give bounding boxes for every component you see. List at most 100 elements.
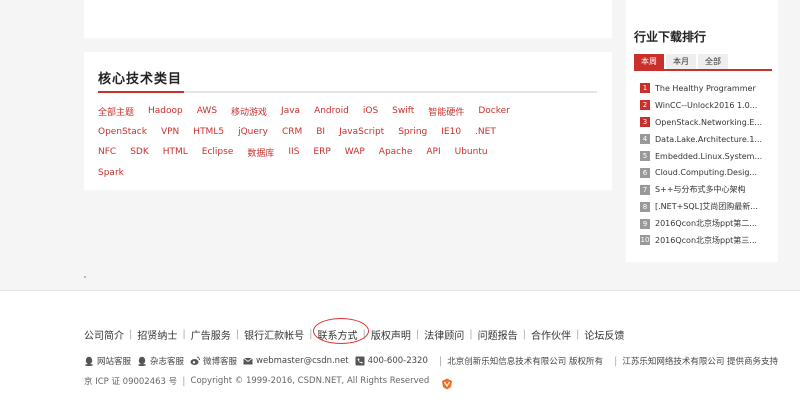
weibo-service-link[interactable]: 微博客服 [190,355,237,367]
magazine-service-link[interactable]: 杂志客服 [137,355,184,367]
tech-category-link[interactable]: 全部主题 [98,105,134,118]
footer-link[interactable]: 合作伙伴 [531,327,571,342]
tech-category-link[interactable]: Java [281,106,300,116]
highlight-circle [313,318,369,344]
footer-link[interactable]: 广告服务 [191,327,231,342]
decorative-dot [84,276,86,278]
tech-category-link[interactable]: Hadoop [148,106,183,116]
site-service-link[interactable]: 网站客服 [84,355,131,367]
tab-week[interactable]: 本周 [634,54,664,69]
company-copyright: 北京创新乐知信息技术有限公司 版权所有 [447,357,603,367]
tech-category-link[interactable]: NFC [98,147,116,157]
rank-title: OpenStack.Networking.E... [655,117,763,127]
tech-category-link[interactable]: HTML [163,147,188,157]
ranking-item[interactable]: 1 The Healthy Programmer [640,80,772,97]
tech-category-row: OpenStack VPN HTML5 jQuery CRM BI JavaScript Sp… [98,122,598,142]
ranking-item[interactable]: 9 2016Qcon北京场ppt第二... [640,215,772,232]
email-link[interactable]: webmaster@csdn.net [243,356,349,366]
rank-number: 1 [640,83,650,94]
tech-category-link[interactable]: iOS [363,106,378,116]
tech-category-link[interactable]: VPN [161,127,179,137]
tech-category-link[interactable]: Android [314,106,349,116]
page-footer: 公司简介 | 招贤纳士 | 广告服务 | 银行汇款帐号 | 联系方式 | 版权声明 | 法律顾问 | 问题报… [0,290,800,406]
footer-link[interactable]: 银行汇款帐号 [244,327,304,342]
ranking-item[interactable]: 10 2016Qcon北京场ppt第三... [640,232,772,249]
ranking-item[interactable]: 5 Embedded.Linux.System... [640,148,772,165]
rank-number: 4 [640,134,650,145]
rank-title: 2016Qcon北京场ppt第三... [655,235,757,245]
tech-category-panel: 核心技术类目 全部主题 Hadoop AWS 移动游戏 Java Android iOS Sw… [84,52,612,190]
ranking-item[interactable]: 3 OpenStack.Networking.E... [640,114,772,131]
tech-category-link[interactable]: 智能硬件 [428,105,464,118]
rank-title: The Healthy Programmer [655,83,756,93]
separator: | [129,329,133,340]
footer-link[interactable]: 公司简介 [84,327,124,342]
tech-category-link[interactable]: Spark [98,168,124,178]
company-support: 江苏乐知网络技术有限公司 提供商务支持 [622,357,779,367]
separator: | [182,329,186,340]
security-badge-icon[interactable] [441,375,453,390]
tech-category-row: NFC SDK HTML Eclipse 数据库 IIS ERP WAP Apache API Ub… [98,142,598,162]
rank-title: [.NET+SQL]艾尚团购最新... [655,202,758,212]
tech-category-link[interactable]: JavaScript [339,127,384,137]
phone-icon [355,356,365,366]
rank-number: 10 [640,235,650,246]
footer-link[interactable]: 版权声明 [371,327,411,342]
mail-icon [243,356,253,366]
tabs-underline [634,69,772,71]
tech-category-link[interactable]: .NET [475,127,496,137]
footer-link[interactable]: 招贤纳士 [137,327,177,342]
ranking-item[interactable]: 2 WinCC--Unlock2016 1.0... [640,97,772,114]
tech-category-link[interactable]: IIS [288,147,299,157]
ranking-item[interactable]: 8 [.NET+SQL]艾尚团购最新... [640,198,772,215]
footer-link[interactable]: 问题报告 [478,327,518,342]
tech-category-link[interactable]: HTML5 [193,127,224,137]
download-ranking-panel: 行业下载排行 本周 本月 全部 1 The Healthy Programmer 2… [626,0,778,262]
rank-number: 2 [640,100,650,111]
footer-link[interactable]: 法律顾问 [424,327,464,342]
tech-category-link[interactable]: Ubuntu [455,147,488,157]
ranking-tabs: 本周 本月 全部 [634,54,730,69]
ranking-item[interactable]: 7 S++与分布式多中心架构 [640,181,772,198]
tech-category-link[interactable]: Eclipse [202,147,234,157]
tech-category-link[interactable]: BI [316,127,325,137]
tech-category-link[interactable]: API [426,147,440,157]
icp-license[interactable]: 京 ICP 证 09002463 号 [84,375,177,387]
rank-number: 5 [640,151,650,161]
tab-month[interactable]: 本月 [666,54,696,69]
tech-category-link[interactable]: CRM [282,127,302,137]
tech-category-row: Spark [98,163,598,183]
tech-category-link[interactable]: Spring [398,127,427,137]
tech-category-link[interactable]: 数据库 [247,146,274,159]
separator: | [182,375,186,387]
rank-number: 8 [640,201,650,212]
copyright-row: 京 ICP 证 09002463 号 | Copyright © 1999-20… [84,375,453,390]
separator: | [415,329,420,340]
tech-category-link[interactable]: AWS [197,106,217,116]
tech-category-link[interactable]: 移动游戏 [231,105,267,118]
ranking-title: 行业下载排行 [634,30,707,44]
tech-category-link[interactable]: Swift [392,106,414,116]
separator: | [576,329,580,340]
separator: | [469,329,473,340]
rank-title: S++与分布式多中心架构 [655,185,746,195]
qq-icon [84,356,94,366]
tech-category-title: 核心技术类目 [98,72,183,87]
separator: | [522,329,526,340]
tech-category-link[interactable]: jQuery [238,127,268,137]
rank-title: WinCC--Unlock2016 1.0... [655,100,758,110]
tech-category-link[interactable]: IE10 [441,127,461,137]
tech-category-link[interactable]: Docker [478,106,510,116]
tech-category-link[interactable]: ERP [313,147,330,157]
tech-category-link[interactable]: WAP [345,147,365,157]
footer-link[interactable]: 论坛反馈 [584,327,624,342]
tech-category-link[interactable]: Apache [379,147,413,157]
tab-all[interactable]: 全部 [698,54,728,69]
ranking-item[interactable]: 6 Cloud.Computing.Desig... [640,164,772,181]
tech-category-link[interactable]: SDK [130,147,149,157]
rank-title: Cloud.Computing.Desig... [655,168,758,178]
tech-category-link[interactable]: OpenStack [98,127,147,137]
qq-icon [137,356,147,366]
phone-info: 400-600-2320 [355,356,428,366]
ranking-item[interactable]: 4 Data.Lake.Architecture.1... [640,131,772,148]
